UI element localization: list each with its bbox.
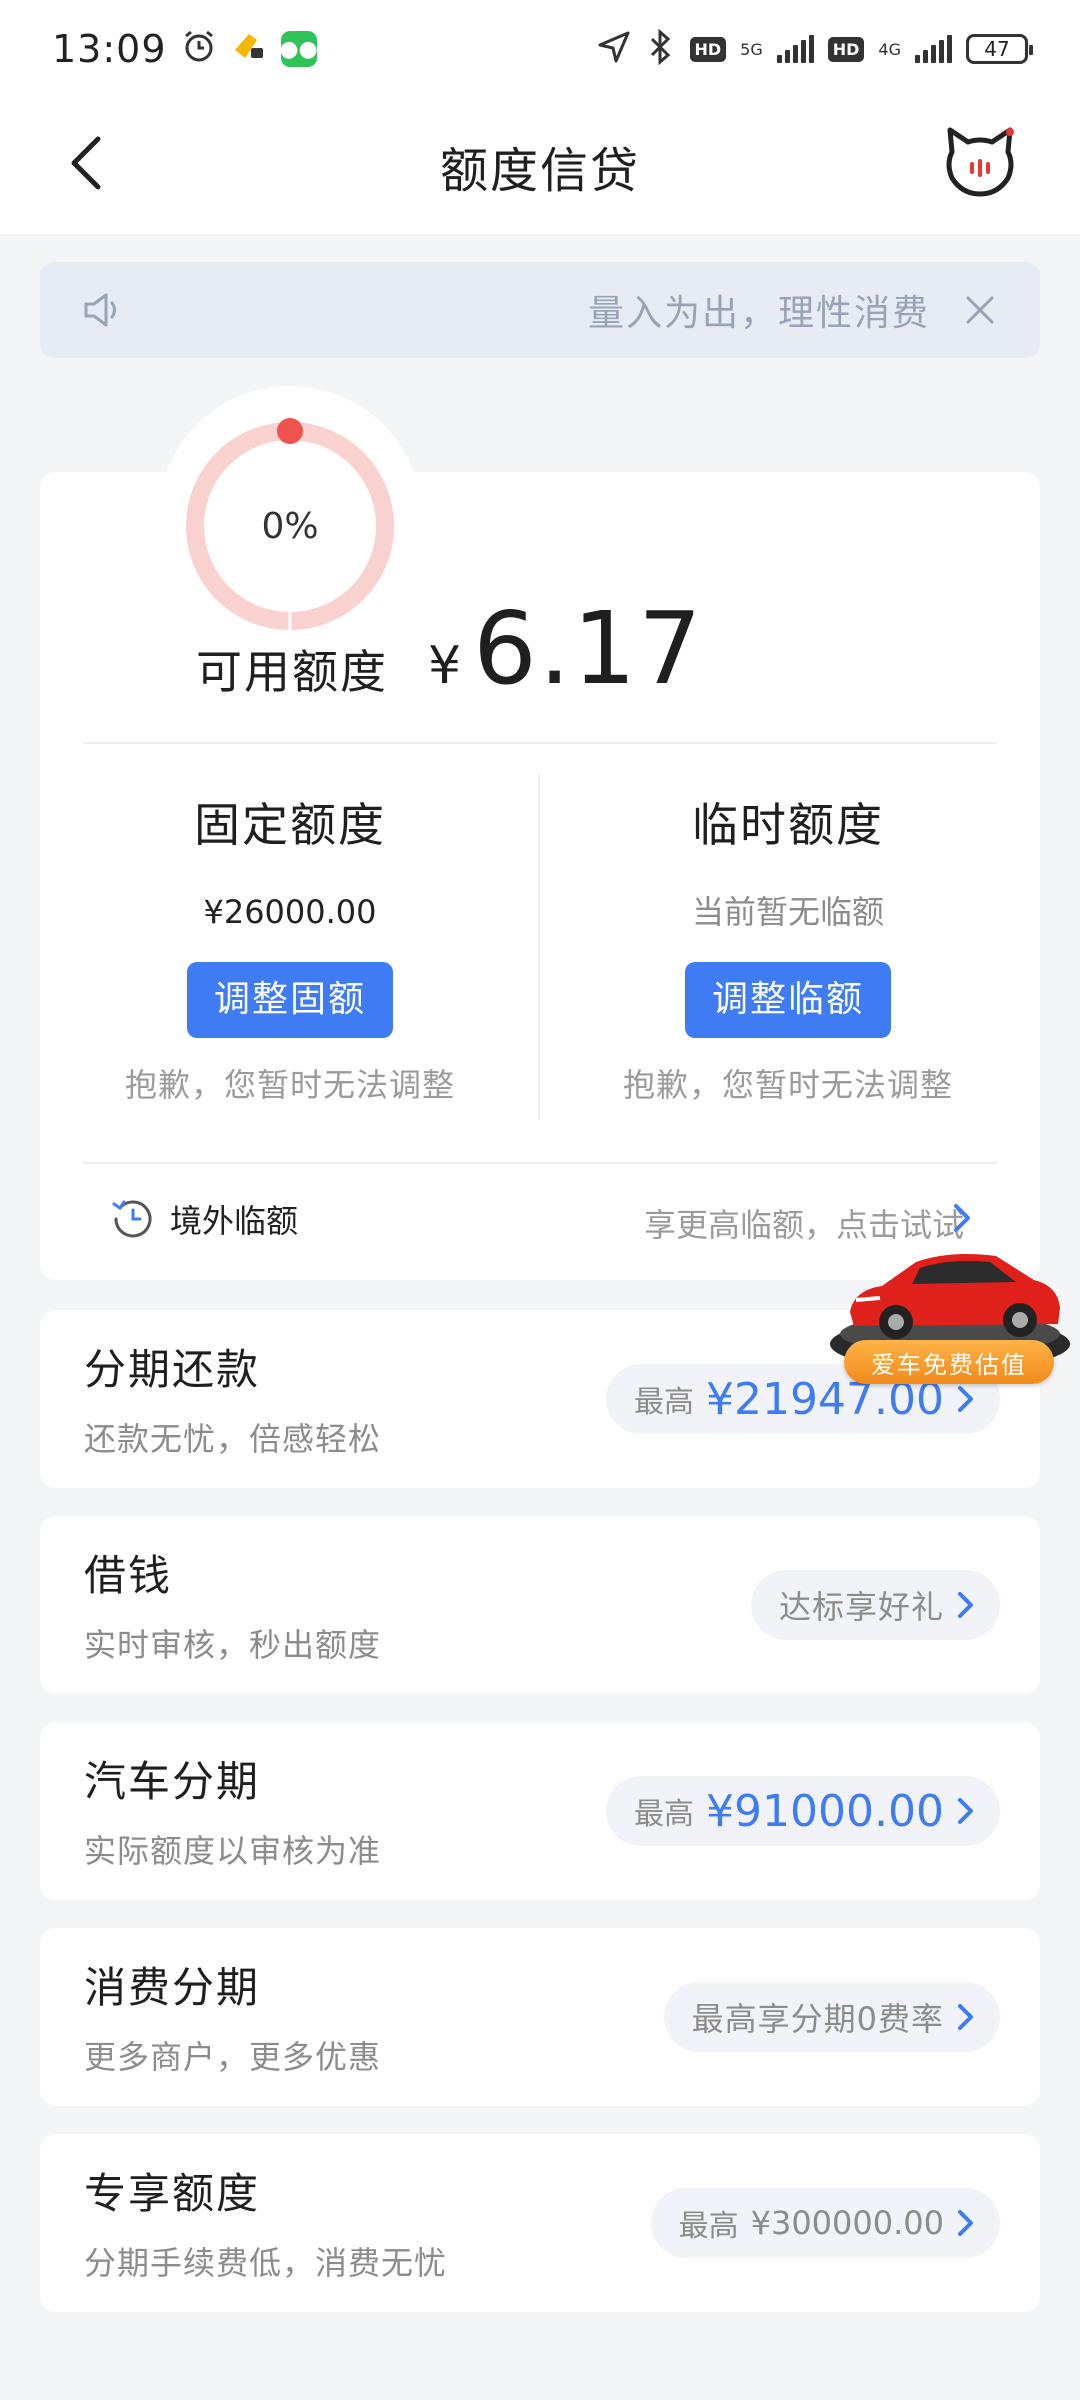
car-valuation-tag[interactable]: 爱车免费估值 <box>844 1340 1054 1384</box>
network-type-4g: 4G <box>878 39 901 59</box>
available-credit-value: 6.17 <box>473 590 704 707</box>
chevron-right-icon <box>958 1592 973 1618</box>
pill-amount: ¥91000.00 <box>706 1785 944 1837</box>
fixed-quota-section: 固定额度 ¥26000.00 调整固额 抱歉，您暂时无法调整 <box>60 790 520 1106</box>
chevron-left-icon <box>71 136 101 190</box>
pill-prefix: 最高 <box>678 2209 739 2244</box>
network-type-5g: 5G <box>740 39 763 59</box>
history-clock-icon <box>110 1196 156 1242</box>
adjust-fixed-quota-button[interactable]: 调整固额 <box>187 962 393 1038</box>
product-offer-pill[interactable]: 达标享好礼 <box>750 1570 1000 1640</box>
available-credit-label: 可用额度 <box>196 645 388 699</box>
overseas-quota-row[interactable]: 境外临额 <box>110 1196 298 1242</box>
status-bar: 13:09 ●● HD 5G HD 4G 47 <box>0 0 1080 98</box>
close-notice-button[interactable] <box>960 290 1000 330</box>
pill-text: 达标享好礼 <box>778 1588 944 1626</box>
cat-mascot-icon <box>946 127 1014 197</box>
pill-prefix: 最高 <box>634 1797 695 1832</box>
chevron-right-icon <box>958 1798 973 1824</box>
product-subtitle: 更多商户，更多优惠 <box>84 2038 382 2076</box>
divider <box>82 742 998 744</box>
alarm-icon <box>181 28 217 70</box>
consumer-installment-card[interactable]: 消费分期 更多商户，更多优惠 最高享分期0费率 <box>40 1928 1040 2106</box>
wechat-icon: ●● <box>279 31 318 67</box>
divider-2 <box>82 1162 998 1164</box>
temp-quota-section: 临时额度 当前暂无临额 调整临额 抱歉，您暂时无法调整 <box>558 790 1018 1106</box>
temp-quota-note: 抱歉，您暂时无法调整 <box>622 1066 953 1104</box>
product-title: 分期还款 <box>84 1345 261 1394</box>
speaker-icon <box>80 287 126 333</box>
hd-badge-2: HD <box>827 36 865 62</box>
product-subtitle: 分期手续费低，消费无忧 <box>84 2244 448 2282</box>
product-title: 汽车分期 <box>84 1757 261 1806</box>
product-offer-pill[interactable]: 最高 ¥91000.00 <box>606 1776 1000 1846</box>
chevron-right-icon <box>958 2210 973 2236</box>
location-icon <box>596 29 632 69</box>
back-button[interactable] <box>56 128 116 198</box>
product-title: 专享额度 <box>84 2169 261 2218</box>
car-installment-card[interactable]: 汽车分期 实际额度以审核为准 最高 ¥91000.00 <box>40 1722 1040 1900</box>
bluetooth-icon <box>646 28 676 69</box>
pill-text: 最高享分期0费率 <box>691 2000 944 2038</box>
temp-quota-title: 临时额度 <box>692 798 884 852</box>
temp-quota-value: 当前暂无临额 <box>691 893 884 931</box>
product-title: 借钱 <box>84 1551 173 1600</box>
product-subtitle: 还款无忧，倍感轻松 <box>84 1420 382 1458</box>
currency-symbol: ¥ <box>428 636 462 696</box>
product-subtitle: 实时审核，秒出额度 <box>84 1626 382 1664</box>
pill-prefix: 最高 <box>634 1385 695 1420</box>
chevron-right-icon <box>958 2004 973 2030</box>
borrow-money-card[interactable]: 借钱 实时审核，秒出额度 达标享好礼 <box>40 1516 1040 1694</box>
close-icon <box>966 296 994 324</box>
exclusive-quota-card[interactable]: 专享额度 分期手续费低，消费无忧 最高 ¥300000.00 <box>40 2134 1040 2312</box>
signal-icon <box>776 35 814 63</box>
fixed-quota-note: 抱歉，您暂时无法调整 <box>124 1066 455 1104</box>
fixed-quota-title: 固定额度 <box>194 798 386 852</box>
battery-icon: 47 <box>966 34 1033 64</box>
usage-percent: 0% <box>261 505 319 547</box>
divider-vertical <box>538 774 540 1120</box>
page-title: 额度信贷 <box>439 143 640 199</box>
available-credit-amount: ¥ 6.17 <box>428 590 704 707</box>
adjust-temp-quota-button[interactable]: 调整临额 <box>685 962 891 1038</box>
notification-app-icon <box>231 28 267 70</box>
product-subtitle: 实际额度以审核为准 <box>84 1832 382 1870</box>
status-time: 13:09 <box>52 27 167 71</box>
product-offer-pill[interactable]: 最高 ¥300000.00 <box>650 2188 1000 2258</box>
pill-amount: ¥300000.00 <box>750 2204 944 2242</box>
fixed-quota-value: ¥26000.00 <box>203 893 377 931</box>
notice-text: 量入为出，理性消费 <box>587 293 930 334</box>
product-title: 消费分期 <box>84 1963 261 2012</box>
navbar: 额度信贷 <box>0 98 1080 234</box>
signal-icon-2 <box>915 35 952 63</box>
product-offer-pill[interactable]: 最高享分期0费率 <box>663 1982 1000 2052</box>
hd-badge: HD <box>689 36 727 62</box>
notice-bar: 量入为出，理性消费 <box>40 262 1040 358</box>
mascot-service-button[interactable] <box>940 122 1020 202</box>
overseas-quota-label: 境外临额 <box>170 1202 299 1240</box>
